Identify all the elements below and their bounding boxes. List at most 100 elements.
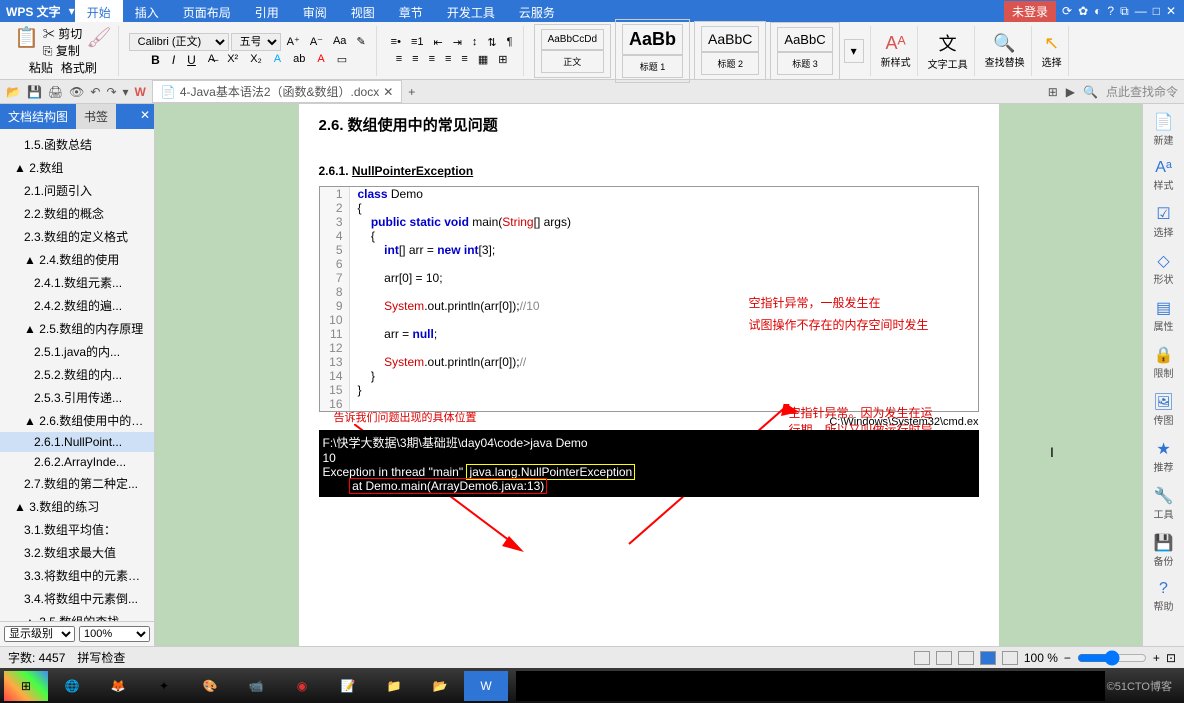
window-icon[interactable]: ⧉ xyxy=(1120,4,1129,19)
tab-view[interactable]: 视图 xyxy=(339,0,387,22)
italic-button[interactable]: I xyxy=(168,51,179,69)
close-icon[interactable]: ✕ xyxy=(1166,4,1176,18)
app5-icon[interactable]: 📝 xyxy=(326,671,370,701)
tree-item[interactable]: 3.1.数组平均值： xyxy=(0,518,154,541)
tab-close-icon[interactable]: ✕ xyxy=(383,85,393,99)
copy-button[interactable]: ⎘ 复制 xyxy=(43,42,82,59)
style-h2[interactable]: AaBbC标题 2 xyxy=(694,21,766,80)
bookmark-tab[interactable]: 书签 xyxy=(76,104,116,129)
newstyle-icon[interactable]: Aᴬ xyxy=(886,33,906,54)
tree-item[interactable]: ▲ 2.4.数组的使用 xyxy=(0,248,154,271)
newstyle-label[interactable]: 新样式 xyxy=(881,54,911,69)
paste-label[interactable]: 粘贴 xyxy=(29,59,53,76)
find-icon[interactable]: 🔍 xyxy=(993,33,1015,54)
style-more[interactable]: ▾ xyxy=(844,39,864,63)
app1-icon[interactable]: ✦ xyxy=(142,671,186,701)
word-count[interactable]: 字数: 4457 xyxy=(8,649,65,666)
line-space[interactable]: ↕ xyxy=(468,34,482,51)
save-icon[interactable]: 💾 xyxy=(27,85,42,99)
format-painter-icon[interactable]: 🖌 xyxy=(86,25,111,59)
sidebar-zoom[interactable]: 100% xyxy=(79,626,150,642)
chrome-icon[interactable]: 🌐 xyxy=(50,671,94,701)
view-print[interactable] xyxy=(914,651,930,665)
sync-icon[interactable]: ⟳ xyxy=(1062,4,1072,18)
fit-icon[interactable]: ⊡ xyxy=(1166,651,1176,665)
outline-tab[interactable]: 文档结构图 xyxy=(0,104,76,129)
zoom-in[interactable]: + xyxy=(1153,651,1160,665)
bullets[interactable]: ≡• xyxy=(387,34,405,51)
theme-icon[interactable]: ◐ xyxy=(1094,4,1101,18)
tab-chapter[interactable]: 章节 xyxy=(387,0,435,22)
qat-r1[interactable]: ⊞ xyxy=(1048,85,1058,99)
app3-icon[interactable]: 📹 xyxy=(234,671,278,701)
explorer-icon[interactable]: 📁 xyxy=(372,671,416,701)
app4-icon[interactable]: ◉ xyxy=(280,671,324,701)
zoom-label[interactable]: 100 % xyxy=(1024,651,1058,665)
char-border[interactable]: ▭ xyxy=(333,51,351,69)
tree-item[interactable]: 2.4.2.数组的遍... xyxy=(0,294,154,317)
align-dist[interactable]: ≡ xyxy=(457,51,471,68)
tree-item[interactable]: 1.5.函数总结 xyxy=(0,133,154,156)
font-color[interactable]: A xyxy=(313,51,328,69)
qat-r2[interactable]: ▶ xyxy=(1066,85,1075,99)
tab-review[interactable]: 审阅 xyxy=(291,0,339,22)
zoom-out[interactable]: − xyxy=(1064,651,1071,665)
redo-icon[interactable]: ↷ xyxy=(106,85,116,99)
shrink-font[interactable]: A⁻ xyxy=(306,33,327,51)
findrep-label[interactable]: 查找替换 xyxy=(985,54,1025,69)
style-h1[interactable]: AaBb标题 1 xyxy=(615,19,690,83)
rpanel-10[interactable]: ?帮助 xyxy=(1154,580,1174,613)
numbering[interactable]: ≡1 xyxy=(407,34,428,51)
view-outline[interactable] xyxy=(958,651,974,665)
tab-start[interactable]: 开始 xyxy=(75,0,123,22)
view-read[interactable] xyxy=(980,651,996,665)
indent-inc[interactable]: ⇥ xyxy=(449,34,466,51)
search-hint[interactable]: 点此查找命令 xyxy=(1106,83,1178,100)
tree-item[interactable]: ▲ 3.5.数组的查找 xyxy=(0,610,154,621)
format-label[interactable]: 格式刷 xyxy=(61,59,97,76)
login-button[interactable]: 未登录 xyxy=(1004,1,1056,22)
firefox-icon[interactable]: 🦊 xyxy=(96,671,140,701)
align-right[interactable]: ≡ xyxy=(425,51,439,68)
tree-item[interactable]: 3.3.将数组中的元素倒... xyxy=(0,564,154,587)
align-center[interactable]: ≡ xyxy=(408,51,422,68)
indent-dec[interactable]: ⇤ xyxy=(429,34,446,51)
settings-icon[interactable]: ✿ xyxy=(1078,4,1088,18)
bold-button[interactable]: B xyxy=(147,51,164,69)
view-full[interactable] xyxy=(1002,651,1018,665)
zoom-slider[interactable] xyxy=(1077,650,1147,666)
shading[interactable]: ▦ xyxy=(474,51,492,68)
view-web[interactable] xyxy=(936,651,952,665)
spell-check[interactable]: 拼写检查 xyxy=(77,649,125,666)
print-icon[interactable]: 🖨 xyxy=(48,85,63,99)
tree-item[interactable]: 2.3.数组的定义格式 xyxy=(0,225,154,248)
wps-tab-icon[interactable]: W xyxy=(135,85,146,99)
align-justify[interactable]: ≡ xyxy=(441,51,455,68)
new-tab-icon[interactable]: + xyxy=(408,85,415,99)
search-icon[interactable]: 🔍 xyxy=(1083,85,1098,99)
paste-icon[interactable]: 📋 xyxy=(14,25,39,59)
help-icon[interactable]: ? xyxy=(1107,4,1114,18)
tree-item[interactable]: ▲ 2.6.数组使用中的常... xyxy=(0,409,154,432)
tree-item[interactable]: 2.5.3.引用传递... xyxy=(0,386,154,409)
tree-item[interactable]: 2.2.数组的概念 xyxy=(0,202,154,225)
clear-format[interactable]: ✎ xyxy=(352,33,369,51)
text-effect[interactable]: A xyxy=(270,51,285,69)
open-icon[interactable]: 📂 xyxy=(6,85,21,99)
level-select[interactable]: 显示级别 xyxy=(4,626,75,642)
font-select[interactable]: Calibri (正文) xyxy=(129,33,229,51)
sidebar-close-icon[interactable]: ✕ xyxy=(136,104,154,129)
document-tab[interactable]: 📄 4-Java基本语法2（函数&数组）.docx ✕ xyxy=(152,80,402,103)
tree-item[interactable]: 3.2.数组求最大值 xyxy=(0,541,154,564)
tab-cloud[interactable]: 云服务 xyxy=(507,0,567,22)
rpanel-3[interactable]: ◇形状 xyxy=(1154,251,1174,286)
sort[interactable]: ⇅ xyxy=(483,34,500,51)
align-left[interactable]: ≡ xyxy=(392,51,406,68)
rpanel-2[interactable]: ☑选择 xyxy=(1154,204,1174,239)
textool-icon[interactable]: 文 xyxy=(939,30,957,56)
folder-icon[interactable]: 📂 xyxy=(418,671,462,701)
textool-label[interactable]: 文字工具 xyxy=(928,56,968,71)
maximize-icon[interactable]: □ xyxy=(1153,4,1160,18)
tree-item[interactable]: ▲ 3.数组的练习 xyxy=(0,495,154,518)
grow-font[interactable]: A⁺ xyxy=(283,33,304,51)
